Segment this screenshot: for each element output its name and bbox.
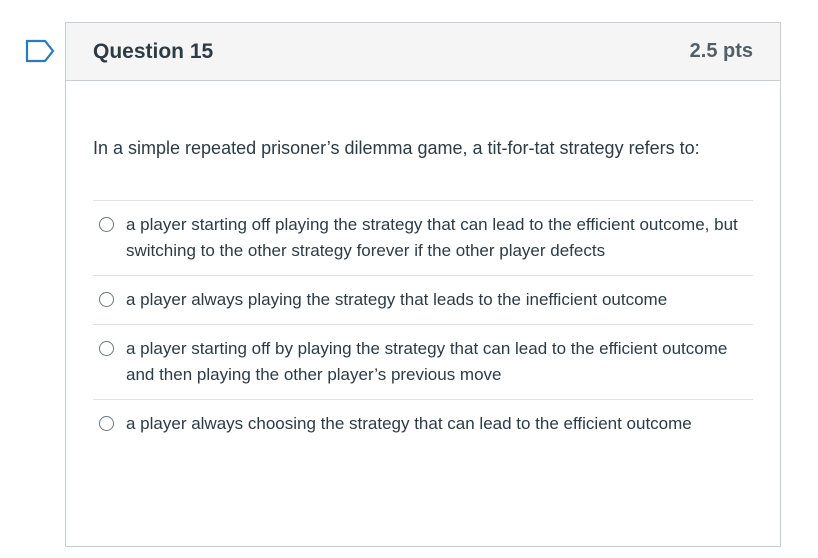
flag-question-icon[interactable] — [25, 39, 55, 63]
answer-option[interactable]: a player starting off playing the strate… — [93, 201, 753, 276]
radio-button[interactable] — [99, 217, 114, 232]
answer-label[interactable]: a player starting off playing the strate… — [126, 212, 753, 264]
radio-button[interactable] — [99, 341, 114, 356]
answer-option[interactable]: a player always choosing the strategy th… — [93, 400, 753, 448]
answer-label[interactable]: a player always choosing the strategy th… — [126, 411, 692, 437]
question-title: Question 15 — [93, 39, 214, 63]
radio-button[interactable] — [99, 292, 114, 307]
answer-list: a player starting off playing the strate… — [93, 200, 753, 448]
question-body: In a simple repeated prisoner’s dilemma … — [66, 81, 780, 448]
question-header: Question 15 2.5 pts — [66, 23, 780, 81]
question-points: 2.5 pts — [689, 40, 753, 62]
answer-option[interactable]: a player always playing the strategy tha… — [93, 276, 753, 325]
answer-option[interactable]: a player starting off by playing the str… — [93, 325, 753, 400]
radio-button[interactable] — [99, 416, 114, 431]
question-text: In a simple repeated prisoner’s dilemma … — [93, 138, 700, 158]
answer-label[interactable]: a player always playing the strategy tha… — [126, 287, 667, 313]
question-card: Question 15 2.5 pts In a simple repeated… — [65, 22, 781, 547]
answer-label[interactable]: a player starting off by playing the str… — [126, 336, 753, 388]
